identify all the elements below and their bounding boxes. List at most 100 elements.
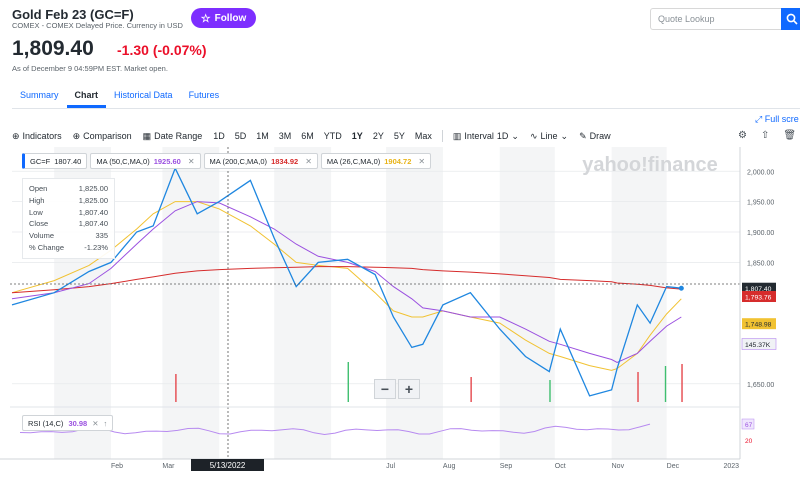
interval-dropdown[interactable]: ▥ Interval 1D ⌄ (453, 131, 519, 142)
ma26-legend-value: 1904.72 (384, 156, 412, 166)
line-type-dropdown[interactable]: ∿ Line ⌄ (530, 131, 568, 142)
close-icon[interactable]: ✕ (418, 157, 425, 166)
chevron-down-icon: ⌄ (560, 130, 569, 141)
open-value: 1,825.00 (78, 184, 108, 193)
rsi-legend-chip[interactable]: RSI (14,C) 30.98 ✕ ↑ (22, 415, 114, 431)
x-tick-label: 2023 (723, 463, 739, 470)
x-tick-label: Jul (386, 463, 395, 470)
date-range-button[interactable]: ▦ Date Range (143, 131, 203, 142)
y-tick-label: 1,850.00 (747, 260, 774, 267)
volume-bar (470, 377, 472, 402)
close-icon[interactable]: ✕ (305, 157, 312, 166)
high-value: 1,825.00 (78, 195, 108, 205)
gc-legend-value: 1807.40 (54, 156, 82, 166)
star-icon: ☆ (200, 12, 211, 25)
ma26-legend-label: MA (26,C,MA,0) (326, 156, 381, 166)
comparison-label: Comparison (83, 131, 132, 141)
range-max[interactable]: Max (415, 131, 432, 141)
close-label: Close (29, 219, 49, 229)
y-tag-label: 145.37K (745, 342, 771, 349)
month-band (611, 147, 667, 459)
series-line-ma2 (11, 266, 682, 294)
pencil-icon: ✎ (579, 130, 587, 141)
volume-bar (347, 362, 349, 402)
volume-bar (664, 366, 667, 402)
high-label: High (29, 195, 45, 205)
volume-label: Volume (29, 231, 55, 241)
price-change-value: -1.30 (117, 42, 149, 58)
range-1m[interactable]: 1M (256, 131, 269, 141)
page-title: Gold Feb 23 (GC=F) (12, 7, 134, 22)
y-tick-label: 2,000.00 (747, 169, 774, 176)
x-tick-label: Dec (667, 463, 680, 470)
settings-icon[interactable]: ⚙ (738, 130, 747, 141)
interval-value: 1D (496, 131, 509, 141)
tab-futures[interactable]: Futures (181, 86, 228, 108)
range-2y[interactable]: 2Y (373, 131, 384, 141)
fullscreen-label: Full scre (764, 114, 799, 124)
zoom-controls: − + (374, 379, 420, 399)
ma26-legend-chip[interactable]: MA (26,C,MA,0) 1904.72 ✕ (320, 153, 432, 169)
month-band (499, 147, 555, 459)
close-value: 1,807.40 (78, 219, 108, 229)
interval-label: Interval (464, 131, 494, 141)
tabs-divider (12, 108, 800, 109)
line-chart-icon: ∿ (529, 130, 538, 141)
toolbar-divider (441, 130, 443, 142)
y-axis: 2,000.00 1,950.00 1,900.00 1,850.00 1,650.00 (739, 147, 774, 459)
x-tick-label: Sep (500, 463, 513, 470)
ma200-legend-chip[interactable]: MA (200,C,MA,0) 1834.92 ✕ (203, 153, 318, 169)
range-5d[interactable]: 5D (235, 131, 247, 141)
follow-button[interactable]: ☆ Follow (191, 8, 256, 28)
range-3m[interactable]: 3M (279, 131, 292, 141)
draw-label: Draw (589, 131, 611, 141)
close-icon[interactable]: ✕ (92, 419, 98, 428)
search-button[interactable] (781, 8, 800, 30)
low-value: 1,807.40 (78, 207, 108, 217)
quote-chart-page: Gold Feb 23 (GC=F) COMEX - COMEX Delayed… (0, 0, 800, 477)
y-tag-label: 1,748.98 (745, 322, 772, 329)
zoom-in-button[interactable]: + (398, 379, 420, 399)
y-tag-label: 1,793.76 (745, 295, 772, 302)
range-1d[interactable]: 1D (213, 131, 225, 141)
volume-bar (681, 364, 683, 402)
percent-change-label: % Change (29, 242, 65, 252)
ma200-legend-value: 1834.92 (271, 156, 299, 166)
rsi-line (19, 423, 651, 436)
month-bands (54, 147, 667, 459)
calendar-icon: ▦ (142, 130, 152, 141)
indicator-legend: GC=F 1807.40 MA (50,C,MA,0) 1925.60 ✕ MA… (22, 153, 432, 169)
arrow-up-icon[interactable]: ↑ (104, 419, 108, 428)
ma50-legend-chip[interactable]: MA (50,C,MA,0) 1925.60 ✕ (90, 153, 201, 169)
volume-bar (637, 372, 639, 402)
delete-icon[interactable]: 🗑 (783, 130, 796, 141)
indicators-button[interactable]: ⊕ Indicators (12, 131, 62, 142)
indicators-label: Indicators (22, 131, 62, 141)
draw-button[interactable]: ✎ Draw (579, 131, 611, 142)
tab-summary[interactable]: Summary (12, 86, 67, 108)
close-icon[interactable]: ✕ (188, 157, 195, 166)
x-tick-label: Oct (555, 463, 566, 470)
fullscreen-button[interactable]: ⤢ Full scre (755, 114, 799, 125)
share-icon[interactable]: ⇧ (761, 130, 769, 141)
volume-bar (175, 374, 177, 402)
range-6m[interactable]: 6M (301, 131, 314, 141)
range-5y[interactable]: 5Y (394, 131, 405, 141)
price-chart[interactable]: yahoo!finance 2,000.00 1,950.00 1,900.00 1,… (0, 147, 800, 477)
range-ytd[interactable]: YTD (324, 131, 342, 141)
y-axis-tags: 1,807.401,793.761,748.98145.37K (741, 282, 777, 350)
expand-icon: ⤢ (755, 114, 763, 124)
quote-lookup-input[interactable]: Quote Lookup (650, 8, 782, 30)
zoom-out-button[interactable]: − (374, 379, 396, 399)
price-change: -1.30 (-0.07%) (117, 42, 207, 58)
x-tick-label: Feb (111, 463, 123, 470)
comparison-button[interactable]: ⊕ Comparison (73, 131, 132, 142)
month-band (274, 147, 332, 459)
month-band (386, 147, 443, 459)
tab-historical-data[interactable]: Historical Data (106, 86, 181, 108)
range-1y[interactable]: 1Y (352, 131, 363, 141)
tab-chart[interactable]: Chart (66, 86, 107, 108)
rsi-legend-value: 30.98 (68, 418, 88, 428)
gc-legend-chip[interactable]: GC=F 1807.40 (22, 153, 88, 169)
quote-tabs: Summary Chart Historical Data Futures (12, 86, 227, 108)
